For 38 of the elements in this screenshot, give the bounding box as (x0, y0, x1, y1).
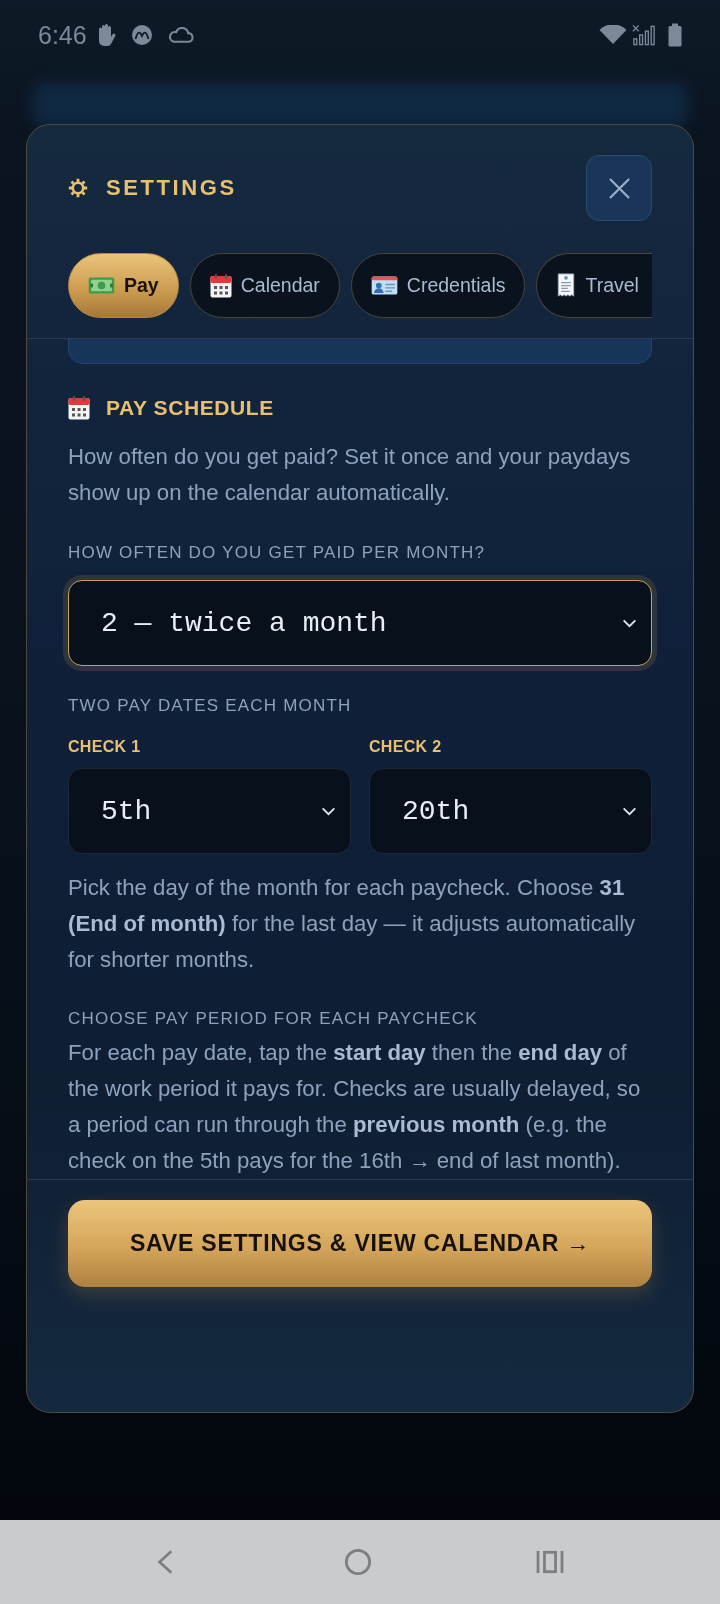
pay-date-select[interactable]: 5th (68, 768, 351, 854)
round-logo-icon (130, 24, 153, 46)
back-icon[interactable] (156, 1549, 174, 1575)
help-text: Pick the day of the month for each paycheck. Choose 31 (End of month) for the last day — it adjusts automatically for shorter months. (68, 874, 637, 974)
status-time: 6:46 (38, 20, 87, 50)
wifi-icon (599, 25, 627, 45)
help-text: For each pay date, tap the start day then the end day of the work period it pays for. Checks are usually delayed, so a period can run through the previous month (e.g. the check on the 5th pays for the 16th → end of last month). (68, 1039, 642, 1175)
calendar-icon (209, 273, 232, 298)
close-button[interactable] (586, 155, 652, 221)
pay-date-select[interactable]: 20th (369, 768, 652, 854)
receipt-icon (556, 273, 577, 298)
tab[interactable]: Calendar (189, 253, 340, 318)
check-label: CHECK 1 (68, 737, 142, 757)
chevron-down-icon (622, 618, 637, 628)
field-label: HOW OFTEN DO YOU GET PAID PER MONTH? (68, 543, 487, 563)
save-button[interactable]: SAVE SETTINGS & VIEW CALENDAR → (68, 1200, 652, 1287)
intro-text: How often do you get paid? Set it once and your paydays show up on the calendar automatically. (68, 443, 632, 507)
tab[interactable]: Pay (68, 253, 179, 318)
signal-icon (631, 24, 656, 46)
calendar-icon (68, 396, 90, 420)
section-title: PAY SCHEDULE (106, 396, 274, 420)
tab[interactable]: Credentials (350, 253, 526, 318)
frequency-select[interactable]: 2 — twice a month (68, 580, 652, 666)
dialog-title: SETTINGS (106, 175, 237, 201)
banknote-icon (88, 277, 115, 294)
battery-icon (668, 23, 682, 47)
cloud-icon (166, 26, 194, 44)
recents-icon[interactable] (536, 1550, 564, 1574)
check-label: CHECK 2 (369, 737, 443, 757)
gear-icon (68, 178, 88, 198)
field-label: CHOOSE PAY PERIOD FOR EACH PAYCHECK (68, 1009, 479, 1029)
home-icon[interactable] (344, 1548, 372, 1576)
chevron-down-icon (622, 806, 637, 816)
chevron-down-icon (321, 806, 336, 816)
close-icon (608, 177, 630, 199)
field-label: TWO PAY DATES EACH MONTH (68, 696, 353, 716)
tab[interactable]: Travel (536, 253, 652, 318)
id-card-icon (370, 276, 398, 295)
